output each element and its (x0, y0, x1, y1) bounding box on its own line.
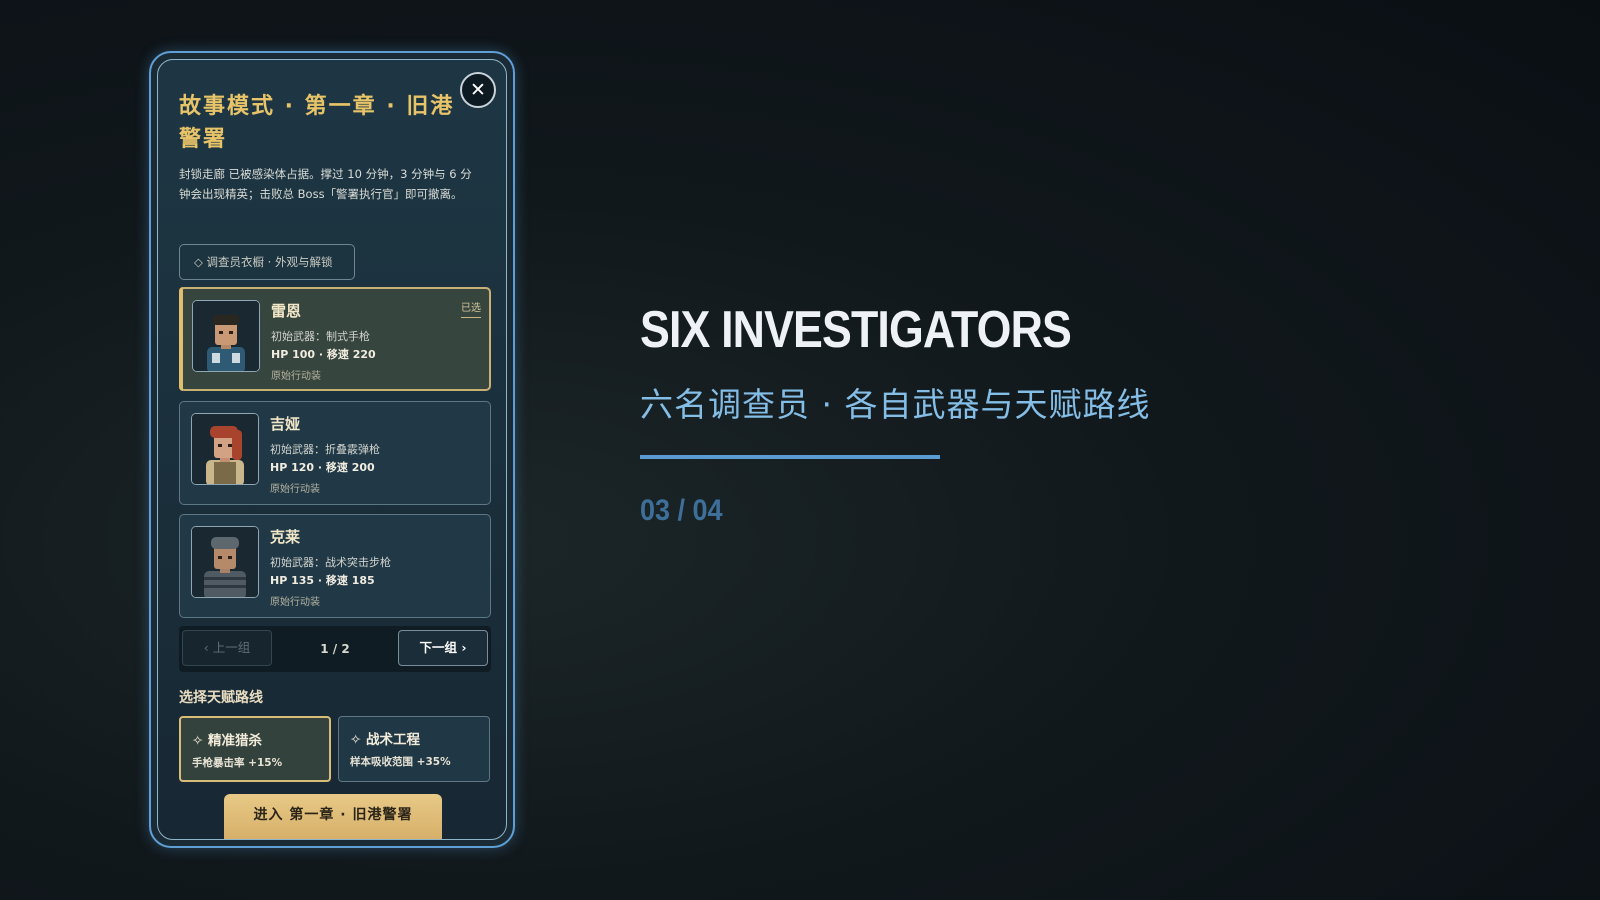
talent-option-tactical-engineering[interactable]: ✧ 战术工程 样本吸收范围 +35% (338, 716, 490, 782)
talent-desc: 样本吸收范围 +35% (350, 756, 451, 768)
character-card[interactable]: 吉娅 初始武器：折叠霰弹枪 HP 120 · 移速 200 原始行动装 (179, 401, 491, 505)
panel-screen: ✕ 故事模式 · 第一章 · 旧港警署 封锁走廊 已被感染体占据。撑过 10 分… (157, 59, 507, 840)
talent-desc: 手枪暴击率 +15% (192, 757, 283, 769)
character-stats: HP 120 · 移速 200 (270, 461, 375, 474)
talent-name: ✧ 战术工程 (350, 732, 421, 748)
close-button[interactable]: ✕ (460, 72, 496, 108)
next-group-button[interactable]: 下一组 › (398, 630, 488, 666)
enter-chapter-button[interactable]: 进入 第一章 · 旧港警署 (224, 794, 442, 839)
talent-heading: 选择天赋路线 (179, 690, 263, 706)
character-weapon: 初始武器：制式手枪 (271, 330, 370, 343)
talent-name: ✧ 精准猎杀 (192, 733, 263, 749)
character-weapon: 初始武器：战术突击步枪 (270, 556, 391, 569)
character-portrait (191, 526, 259, 598)
character-name: 雷恩 (271, 302, 302, 320)
character-name: 吉娅 (270, 415, 301, 433)
hero-title: SIX INVESTIGATORS (640, 301, 1072, 359)
character-card[interactable]: 雷恩 初始武器：制式手枪 HP 100 · 移速 220 原始行动装 已选 (179, 287, 491, 391)
panel-title: 故事模式 · 第一章 · 旧港警署 (179, 94, 455, 152)
character-outfit: 原始行动装 (270, 597, 320, 608)
character-pager: 1 / 2 ‹ 上一组 下一组 › (179, 626, 491, 672)
panel-description: 封锁走廊 已被感染体占据。撑过 10 分钟，3 分钟与 6 分钟会出现精英；击败… (179, 167, 472, 201)
talent-option-precision-hunt[interactable]: ✧ 精准猎杀 手枪暴击率 +15% (179, 716, 331, 782)
character-stats: HP 135 · 移速 185 (270, 574, 375, 587)
wardrobe-button[interactable]: ◇ 调查员衣橱 · 外观与解锁 (179, 244, 355, 280)
hero-divider (640, 455, 940, 459)
character-outfit: 原始行动装 (271, 371, 321, 382)
hero-subtitle: 六名调查员 · 各自武器与天赋路线 (640, 385, 1151, 424)
character-weapon: 初始武器：折叠霰弹枪 (270, 443, 380, 456)
character-name: 克莱 (270, 528, 301, 546)
character-portrait (192, 300, 260, 372)
character-stats: HP 100 · 移速 220 (271, 348, 376, 361)
character-card[interactable]: 克莱 初始武器：战术突击步枪 HP 135 · 移速 185 原始行动装 (179, 514, 491, 618)
character-outfit: 原始行动装 (270, 484, 320, 495)
slide-page-indicator: 03 / 04 (640, 494, 723, 527)
character-portrait (191, 413, 259, 485)
prev-group-button[interactable]: ‹ 上一组 (182, 630, 272, 666)
selected-badge: 已选 (461, 299, 481, 318)
story-mode-panel: ✕ 故事模式 · 第一章 · 旧港警署 封锁走廊 已被感染体占据。撑过 10 分… (149, 51, 515, 848)
